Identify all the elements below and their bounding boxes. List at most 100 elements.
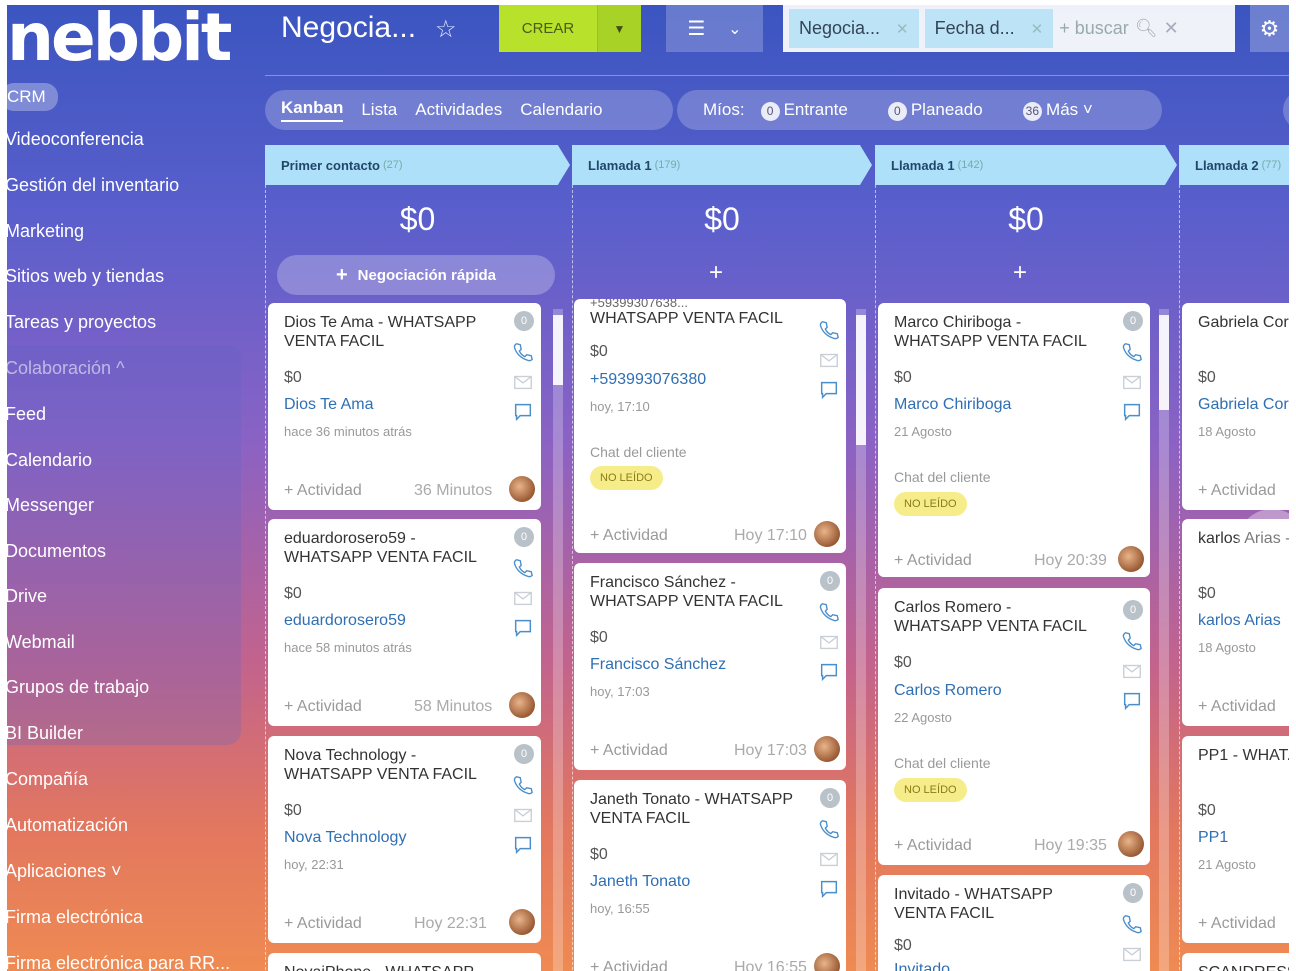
deal-card[interactable]: +59399307638... WHATSAPP VENTA FACIL $0 … [574, 299, 846, 553]
tab-calendario[interactable]: Calendario [520, 100, 602, 120]
deal-title[interactable]: Nova Technology - WHATSAPP VENTA FACIL [284, 746, 494, 784]
avatar[interactable] [509, 692, 535, 718]
sidebar-item-compania[interactable]: Compañía [7, 769, 88, 790]
toolbar-overflow[interactable] [1283, 90, 1289, 130]
mail-icon[interactable] [512, 587, 534, 609]
chat-icon[interactable] [818, 878, 840, 900]
add-activity-link[interactable]: + Actividad [590, 742, 668, 760]
chat-icon[interactable] [818, 661, 840, 683]
deal-title[interactable]: eduardorosero59 - WHATSAPP VENTA FACIL [284, 529, 494, 567]
sidebar-item-firma-rrhh[interactable]: Firma electrónica para RR... [7, 953, 230, 971]
chat-icon[interactable] [512, 834, 534, 856]
sidebar-item-tareas[interactable]: Tareas y proyectos [7, 312, 156, 333]
deal-client-link[interactable]: Nova Technology [284, 829, 406, 847]
column-header-primer-contacto[interactable]: Primer contacto (27) [265, 145, 570, 185]
phone-icon[interactable] [1121, 341, 1143, 363]
sidebar-item-grupos[interactable]: Grupos de trabajo [7, 677, 149, 698]
deal-title[interactable]: SCANDRESS [1198, 963, 1289, 971]
deal-card[interactable]: Francisco Sánchez - WHATSAPP VENTA FACIL… [574, 563, 846, 770]
mail-icon[interactable] [1121, 943, 1143, 965]
mail-icon[interactable] [1121, 371, 1143, 393]
scrollbar-thumb[interactable] [1159, 315, 1169, 410]
column-scrollbar[interactable] [553, 309, 563, 971]
mail-icon[interactable] [818, 349, 840, 371]
counter-mas[interactable]: 36 Más ˅ [1022, 100, 1093, 121]
deal-card[interactable]: Marco Chiriboga - WHATSAPP VENTA FACIL 0… [878, 303, 1150, 577]
deal-client-link[interactable]: Gabriela Cor [1198, 396, 1289, 414]
phone-icon[interactable] [512, 774, 534, 796]
deal-client-link[interactable]: +593993076380 [590, 371, 706, 389]
column-header-llamada-1[interactable]: Llamada 1 (179) [572, 145, 872, 185]
tab-actividades[interactable]: Actividades [415, 100, 502, 120]
sidebar-item-aplicaciones[interactable]: Aplicaciones ˅ [7, 861, 122, 882]
deal-title[interactable]: Dios Te Ama - WHATSAPP VENTA FACIL [284, 313, 494, 351]
deal-client-link[interactable]: PP1 [1198, 829, 1228, 847]
quick-deal-button[interactable]: + Negociación rápida [277, 255, 555, 295]
deal-title[interactable]: Carlos Romero - WHATSAPP VENTA FACIL [894, 598, 1104, 636]
mail-icon[interactable] [512, 371, 534, 393]
avatar[interactable] [1118, 831, 1144, 857]
phone-icon[interactable] [818, 601, 840, 623]
deal-client-link[interactable]: Janeth Tonato [590, 873, 690, 891]
filter-chip-negocia[interactable]: Negocia... ✕ [789, 9, 919, 48]
deal-card[interactable]: eduardorosero59 - WHATSAPP VENTA FACIL 0… [268, 519, 541, 726]
mail-icon[interactable] [1121, 660, 1143, 682]
sidebar-item-inventario[interactable]: Gestión del inventario [7, 175, 179, 196]
deal-title[interactable]: Invitado - WHATSAPP VENTA FACIL [894, 885, 1104, 923]
add-activity-link[interactable]: + Actividad [1198, 698, 1276, 716]
deal-card[interactable]: Janeth Tonato - WHATSAPP VENTA FACIL 0 $… [574, 780, 846, 971]
search-input[interactable]: + buscar [1059, 18, 1129, 39]
create-dropdown-button[interactable]: ▼ [597, 5, 641, 52]
deal-card[interactable]: Carlos Romero - WHATSAPP VENTA FACIL 0 $… [878, 588, 1150, 865]
sidebar-item-messenger[interactable]: Messenger [7, 495, 94, 516]
add-activity-link[interactable]: + Actividad [284, 698, 362, 716]
mail-icon[interactable] [512, 804, 534, 826]
sidebar-item-colaboracion[interactable]: Colaboración ^ [7, 358, 125, 379]
create-button[interactable]: CREAR [499, 5, 597, 52]
avatar[interactable] [814, 953, 840, 971]
deal-title[interactable]: NovaiPhone - WHATSAPP [284, 963, 494, 971]
add-activity-link[interactable]: + Actividad [284, 915, 362, 933]
scrollbar-thumb[interactable] [856, 315, 866, 445]
deal-title[interactable]: Gabriela Cor... WHATSAPP [1198, 313, 1289, 332]
tab-lista[interactable]: Lista [361, 100, 397, 120]
avatar[interactable] [814, 521, 840, 547]
phone-icon[interactable] [818, 818, 840, 840]
counter-entrante[interactable]: 0 Entrante [760, 100, 848, 121]
filter-chip-fecha[interactable]: Fecha d... ✕ [924, 9, 1054, 48]
tab-kanban[interactable]: Kanban [281, 98, 344, 122]
sidebar-item-documentos[interactable]: Documentos [7, 541, 106, 562]
column-header-llamada-1b[interactable]: Llamada 1 (142) [875, 145, 1177, 185]
filter-button[interactable]: ☰ ⌄ [666, 5, 763, 52]
star-icon[interactable]: ☆ [435, 15, 457, 44]
counter-planeado[interactable]: 0 Planeado [887, 100, 983, 121]
deal-client-link[interactable]: eduardorosero59 [284, 612, 406, 630]
sidebar-item-crm[interactable]: CRM [7, 83, 58, 111]
deal-card[interactable]: PP1 - WHAT... FACIL $0 PP1 21 Agosto + A… [1182, 736, 1289, 943]
phone-icon[interactable] [512, 341, 534, 363]
phone-icon[interactable] [1121, 913, 1143, 935]
add-activity-link[interactable]: + Actividad [894, 552, 972, 570]
sidebar-item-sitios[interactable]: Sitios web y tiendas [7, 266, 164, 287]
chat-icon[interactable] [512, 401, 534, 423]
deal-title[interactable]: Francisco Sánchez - WHATSAPP VENTA FACIL [590, 573, 800, 611]
close-icon[interactable]: ✕ [1031, 20, 1044, 38]
deal-title[interactable]: Marco Chiriboga - WHATSAPP VENTA FACIL [894, 313, 1104, 351]
deal-card[interactable]: Invitado - WHATSAPP VENTA FACIL 0 $0 Inv… [878, 875, 1150, 971]
gear-icon[interactable]: ⚙ [1250, 5, 1289, 52]
chat-icon[interactable] [818, 379, 840, 401]
mail-icon[interactable] [818, 848, 840, 870]
avatar[interactable] [814, 736, 840, 762]
avatar[interactable] [1118, 546, 1144, 572]
avatar[interactable] [509, 909, 535, 935]
deal-title[interactable]: WHATSAPP VENTA FACIL [590, 309, 800, 328]
search-icon[interactable]: 🔍︎ [1135, 18, 1158, 39]
search-bar[interactable]: Negocia... ✕ Fecha d... ✕ + buscar 🔍︎ ✕ [783, 5, 1235, 52]
sidebar-item-automatizacion[interactable]: Automatización [7, 815, 128, 836]
add-activity-link[interactable]: + Actividad [284, 482, 362, 500]
clear-icon[interactable]: ✕ [1164, 18, 1179, 39]
deal-card[interactable]: SCANDRESS [1182, 953, 1289, 971]
sidebar-item-calendario[interactable]: Calendario [7, 450, 92, 471]
deal-title[interactable]: Janeth Tonato - WHATSAPP VENTA FACIL [590, 790, 800, 828]
add-activity-link[interactable]: + Actividad [590, 959, 668, 971]
